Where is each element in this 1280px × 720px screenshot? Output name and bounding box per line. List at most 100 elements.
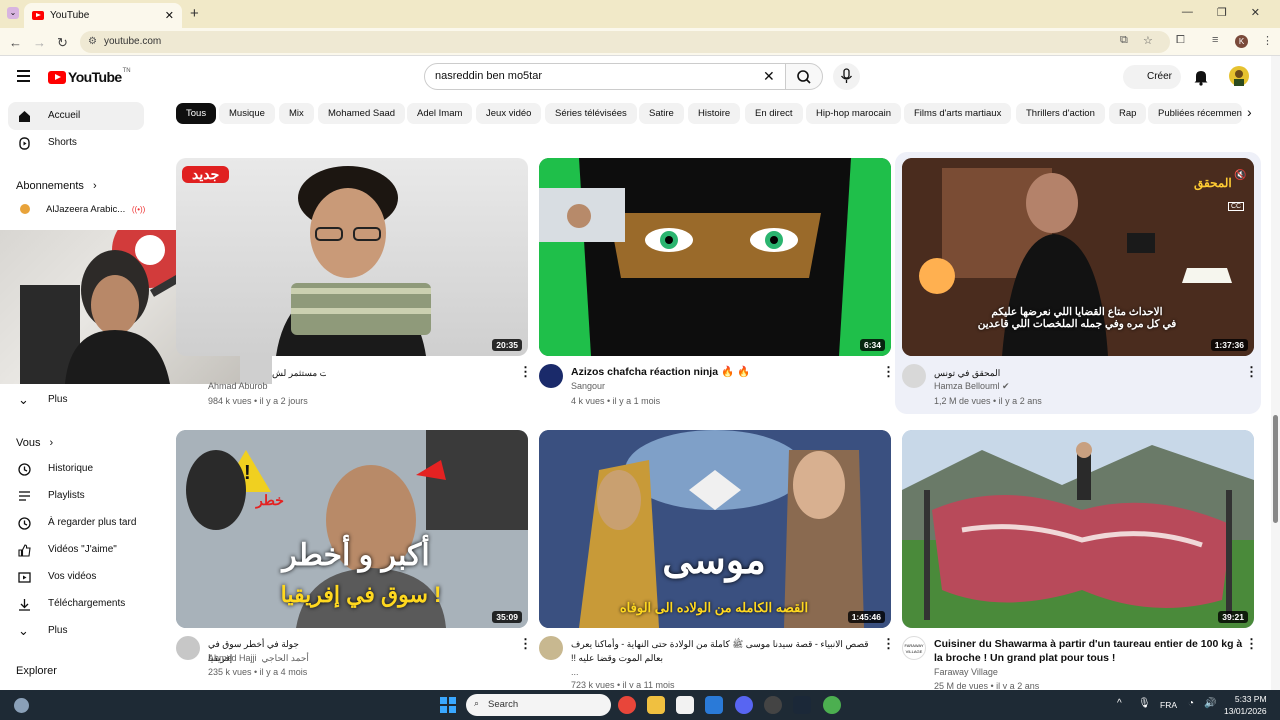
video-title-2[interactable]: Azizos chafcha réaction ninja 🔥 🔥: [571, 365, 871, 379]
calculator-icon[interactable]: [676, 696, 694, 714]
video-title-5[interactable]: قصص الانبياء - قصة سيدنا موسى ﷺ كاملة من…: [571, 637, 871, 665]
video-title-6[interactable]: Cuisiner du Shawarma à partir d'un taure…: [934, 637, 1244, 665]
chip-music[interactable]: Musique: [219, 103, 275, 124]
more-actions-icon[interactable]: ⋮: [1245, 364, 1258, 380]
taskbar-search-input[interactable]: Search: [466, 694, 611, 716]
video-thumbnail-5[interactable]: موسى القصه الكامله من الولاده الى الوفاه…: [539, 430, 891, 628]
chip-all[interactable]: Tous: [176, 103, 217, 124]
channel-avatar[interactable]: [539, 636, 563, 660]
chip-adel-imam[interactable]: Adel Imam: [407, 103, 473, 124]
close-window-icon[interactable]: ✕: [1251, 6, 1260, 19]
video-title-3[interactable]: المحقق في تونس: [934, 366, 1014, 380]
channel-avatar[interactable]: [539, 364, 563, 388]
windows-start-icon[interactable]: [440, 697, 456, 713]
more-actions-icon[interactable]: ⋮: [1245, 636, 1258, 652]
sidebar-item-liked[interactable]: Vidéos "J'aime": [8, 536, 144, 564]
browser-profile-avatar[interactable]: K: [1235, 35, 1248, 48]
sidebar-item-shorts[interactable]: Shorts: [8, 129, 144, 157]
video-channel-4[interactable]: Ahmed Hajji أحمد الحاجي: [208, 653, 309, 664]
chip-martial-arts[interactable]: Films d'arts martiaux: [904, 103, 1012, 124]
channel-avatar[interactable]: FARAWAY VILLAGE: [902, 636, 926, 660]
video-thumbnail-3[interactable]: المحقق 🔇 CC الاحداث متاع القضايا اللي نع…: [902, 158, 1254, 356]
sidebar-item-playlists[interactable]: Playlists: [8, 482, 144, 510]
forward-icon[interactable]: →: [33, 35, 46, 50]
chip-mix[interactable]: Mix: [279, 103, 314, 124]
chip-video-games[interactable]: Jeux vidéo: [476, 103, 542, 124]
menu-icon[interactable]: [17, 70, 30, 85]
more-actions-icon[interactable]: ⋮: [882, 636, 895, 652]
account-avatar[interactable]: [1229, 66, 1249, 86]
extensions-icon[interactable]: ⧠: [1176, 34, 1185, 47]
channel-avatar[interactable]: [176, 636, 200, 660]
more-actions-icon[interactable]: ⋮: [519, 636, 532, 652]
cast-icon[interactable]: ⧉: [1120, 34, 1128, 47]
youtube-logo[interactable]: YouTube TN: [48, 68, 131, 85]
notifications-bell-icon[interactable]: [1193, 68, 1209, 86]
new-tab-button[interactable]: +: [190, 5, 199, 22]
site-info-icon[interactable]: ⚙: [88, 36, 97, 47]
video-channel-3[interactable]: Hamza Bellouml ✔: [934, 381, 1010, 392]
chip-mohamed-saad[interactable]: Mohamed Saad: [318, 103, 406, 124]
search-input[interactable]: nasreddin ben mo5tar: [424, 63, 786, 90]
chip-rap[interactable]: Rap: [1109, 103, 1147, 124]
sidebar-item-your-videos[interactable]: Vos vidéos: [8, 563, 144, 591]
video-channel-5[interactable]: ...: [571, 667, 579, 677]
video-title-1[interactable]: جبت مستثمر لش...: [272, 366, 326, 380]
video-thumbnail-2[interactable]: 6:34: [539, 158, 891, 356]
chrome-active-icon[interactable]: [823, 696, 841, 714]
volume-icon[interactable]: 🔊: [1204, 698, 1216, 709]
explore-heading[interactable]: Explorer: [16, 665, 57, 677]
more-actions-icon[interactable]: ⋮: [882, 364, 895, 380]
search-button[interactable]: [785, 63, 823, 90]
wifi-icon[interactable]: ◔: [1188, 698, 1194, 709]
chip-action-thrillers[interactable]: Thrillers d'action: [1016, 103, 1105, 124]
subscriptions-heading[interactable]: Abonnements ›: [16, 180, 97, 192]
chip-history[interactable]: Histoire: [688, 103, 741, 124]
subscription-item-aljazeera[interactable]: AlJazeera Arabic... ((•)): [20, 204, 145, 215]
taskbar-clock[interactable]: 5:33 PM 13/01/2026: [1224, 693, 1267, 717]
chips-next-icon[interactable]: ›: [1247, 104, 1252, 120]
obs-icon[interactable]: [764, 696, 782, 714]
clear-search-icon[interactable]: ✕: [763, 68, 775, 85]
sidebar-more-1[interactable]: ⌄ Plus: [8, 386, 144, 414]
mute-icon[interactable]: 🔇: [1234, 170, 1246, 181]
sidebar-more-2[interactable]: ⌄ Plus: [8, 617, 144, 645]
minimize-icon[interactable]: —: [1182, 6, 1193, 19]
steam-icon[interactable]: [793, 696, 811, 714]
discord-icon[interactable]: [735, 696, 753, 714]
browser-tab-youtube[interactable]: YouTube ✕: [24, 3, 182, 28]
file-explorer-icon[interactable]: [647, 696, 665, 714]
widgets-icon[interactable]: [14, 698, 29, 713]
back-icon[interactable]: ←: [9, 35, 22, 50]
language-indicator[interactable]: FRA: [1160, 700, 1177, 710]
chrome-taskbar-icon[interactable]: [618, 696, 636, 714]
sidebar-item-downloads[interactable]: Téléchargements: [8, 590, 144, 618]
chip-live[interactable]: En direct: [745, 103, 803, 124]
sidebar-item-watch-later[interactable]: À regarder plus tard: [8, 509, 144, 537]
sidebar-item-history[interactable]: Historique: [8, 455, 144, 483]
you-heading[interactable]: Vous ›: [16, 437, 53, 449]
maximize-icon[interactable]: ❐: [1217, 6, 1227, 19]
video-channel-1[interactable]: Ahmad Aburob: [208, 381, 268, 391]
page-scrollbar[interactable]: [1271, 56, 1280, 690]
tab-close-icon[interactable]: ✕: [165, 9, 174, 22]
url-field[interactable]: youtube.com: [80, 31, 1170, 53]
settings-app-icon[interactable]: [705, 696, 723, 714]
scrollbar-thumb[interactable]: [1273, 415, 1278, 523]
voice-search-button[interactable]: [833, 63, 860, 90]
tray-expand-icon[interactable]: ^: [1117, 698, 1122, 709]
more-actions-icon[interactable]: ⋮: [519, 364, 532, 380]
reading-list-icon[interactable]: ≡: [1212, 34, 1218, 46]
video-channel-6[interactable]: Faraway Village: [934, 667, 998, 677]
sidebar-item-home[interactable]: Accueil: [8, 102, 144, 130]
microphone-tray-icon[interactable]: 🎙: [1138, 698, 1151, 709]
video-channel-2[interactable]: Sangour: [571, 381, 605, 391]
captions-icon[interactable]: CC: [1228, 202, 1245, 211]
video-thumbnail-6[interactable]: 39:21: [902, 430, 1254, 628]
video-thumbnail-4[interactable]: ! خطر أكبر و أخطر سوق في إفريقيا ! 35:09: [176, 430, 528, 628]
chip-satire[interactable]: Satire: [639, 103, 684, 124]
bookmark-star-icon[interactable]: ☆: [1143, 34, 1153, 47]
reload-icon[interactable]: ↻: [57, 35, 68, 51]
channel-avatar[interactable]: [902, 364, 926, 388]
tab-search-icon[interactable]: ⌄: [7, 7, 19, 19]
